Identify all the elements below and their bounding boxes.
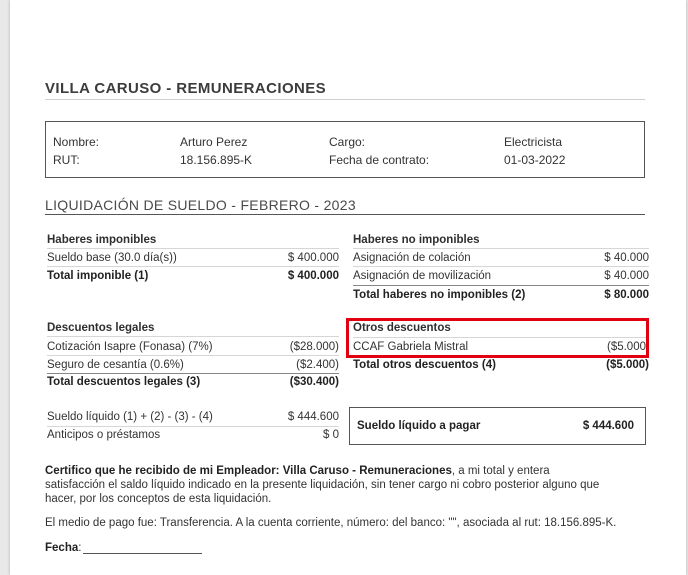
name-value: Arturo Perez [180, 135, 248, 149]
divider [47, 426, 339, 427]
employee-info-box [45, 121, 645, 178]
fecha-signature-line [83, 553, 202, 554]
title-divider [45, 99, 645, 100]
row-label: Cotización Isapre (Fonasa) (7%) [47, 341, 213, 353]
total-imponible-value: $ 400.000 [287, 270, 339, 282]
total-no-imponibles-label: Total haberes no imponibles (2) [353, 289, 526, 301]
payment-method-text: El medio de pago fue: Transferencia. A l… [45, 517, 617, 529]
name-label: Nombre: [53, 135, 100, 149]
fecha-field: Fecha: [45, 542, 81, 556]
certificate-line-3: hacer, por los conceptos de esta liquida… [45, 493, 272, 505]
certificate-line-1: Certifico que he recibido de mi Empleado… [45, 465, 550, 479]
total-descuentos-legales-label: Total descuentos legales (3) [47, 376, 201, 388]
sueldo-liquido-value: $ 444.600 [287, 411, 339, 423]
sueldo-a-pagar-value: $ 444.600 [582, 420, 634, 432]
divider [353, 248, 649, 249]
divider [47, 373, 339, 374]
divider [47, 266, 339, 267]
sueldo-liquido-label: Sueldo líquido (1) + (2) - (3) - (4) [47, 411, 213, 423]
divider [47, 355, 339, 356]
row-value: ($2.400) [296, 359, 339, 371]
certificate-line-2: satisfacción el saldo líquido indicado e… [45, 479, 600, 491]
sueldo-a-pagar-label: Sueldo líquido a pagar [357, 420, 481, 432]
anticipos-label: Anticipos o préstamos [47, 429, 161, 441]
divider [353, 266, 649, 267]
haberes-imponibles-heading: Haberes imponibles [47, 234, 157, 246]
total-no-imponibles-value: $ 80.000 [604, 289, 649, 301]
descuentos-legales-heading: Descuentos legales [47, 322, 155, 334]
fecha-contrato-value: 01-03-2022 [504, 153, 566, 167]
payslip-page: VILLA CARUSO - REMUNERACIONES Nombre: Ar… [10, 0, 686, 575]
cargo-value: Electricista [504, 135, 563, 149]
total-imponible-label: Total imponible (1) [47, 270, 149, 282]
row-label: Asignación de movilización [353, 270, 492, 282]
document-title: VILLA CARUSO - REMUNERACIONES [45, 80, 327, 97]
rut-value: 18.156.895-K [180, 153, 253, 167]
haberes-no-imponibles-heading: Haberes no imponibles [353, 234, 480, 246]
total-otros-descuentos-value: ($5.000) [606, 359, 649, 371]
cargo-label: Cargo: [329, 135, 366, 149]
row-label: Asignación de colación [353, 252, 471, 264]
total-otros-descuentos-label: Total otros descuentos (4) [353, 359, 496, 371]
divider [47, 248, 339, 249]
fecha-label: Fecha [45, 542, 79, 554]
row-value: ($28.000) [289, 341, 339, 353]
divider [353, 285, 649, 286]
certificate-employer: Certifico que he recibido de mi Empleado… [45, 465, 452, 477]
certificate-line-1-rest: , a mi total y entera [451, 465, 550, 477]
divider [47, 336, 339, 337]
row-label: Seguro de cesantía (0.6%) [47, 359, 184, 371]
liquidacion-title: LIQUIDACIÓN DE SUELDO - FEBRERO - 2023 [45, 197, 356, 213]
row-value: $ 40.000 [604, 252, 649, 264]
row-label: Sueldo base (30.0 día(s)) [47, 252, 177, 264]
otros-descuentos-highlight [346, 318, 649, 358]
anticipos-value: $ 0 [323, 429, 339, 441]
fecha-colon: : [78, 542, 82, 554]
liquidacion-divider [45, 214, 645, 215]
rut-label: RUT: [53, 153, 80, 167]
total-descuentos-legales-value: ($30.400) [289, 376, 339, 388]
row-value: $ 400.000 [287, 252, 339, 264]
fecha-contrato-label: Fecha de contrato: [329, 153, 430, 167]
row-value: $ 40.000 [604, 270, 649, 282]
